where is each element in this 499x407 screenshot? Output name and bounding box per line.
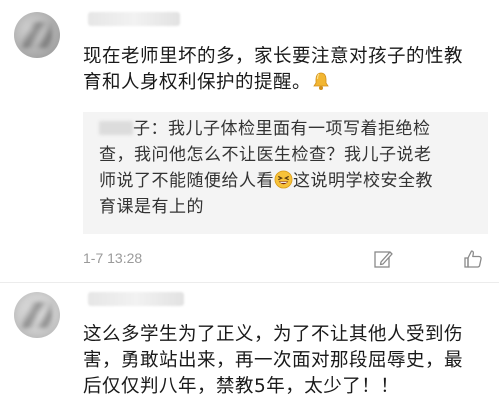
quoted-user-name-blurred[interactable] [99,121,133,135]
edit-icon[interactable] [372,248,394,270]
quote-line: 子：我儿子体检里面有一项写着拒绝检 [99,116,483,142]
avatar[interactable] [14,292,60,338]
comment-line: 后仅仅判八年，禁教5年，太少了！！ [83,376,400,397]
bell-icon [313,72,329,90]
comment-text: 现在老师里坏的多，家长要注意对孩子的性教 育和人身权利保护的提醒。 [83,44,493,96]
quote-line: 师说了不能随便给人看 这说明学校安全教 [99,170,433,191]
quote-line: 育课是有上的 [99,197,204,217]
comment-line: 这么多学生为了正义，为了不让其他人受到伤 [83,324,464,345]
avatar[interactable] [14,12,60,58]
comment-line: 害，勇敢站出来，再一次面对那段屈辱史，最 [83,350,464,371]
comment-line: 育和人身权利保护的提醒。 [83,70,493,96]
nickname-blurred[interactable] [88,12,180,26]
quoted-reply-text: 子：我儿子体检里面有一项写着拒绝检 查，我问他怎么不让医生检查？我儿子说老 师说… [99,116,483,220]
thumbs-up-icon[interactable] [462,248,484,270]
grinning-squint-emoji-icon [274,170,293,189]
quoted-reply[interactable]: 子：我儿子体检里面有一项写着拒绝检 查，我问他怎么不让医生检查？我儿子说老 师说… [83,112,488,234]
nickname-blurred[interactable] [88,292,184,306]
comment-text: 这么多学生为了正义，为了不让其他人受到伤 害，勇敢站出来，再一次面对那段屈辱史，… [83,322,495,400]
quote-line: 查，我问他怎么不让医生检查？我儿子说老 [99,145,432,165]
timestamp: 1-7 13:28 [83,250,143,266]
divider [0,282,499,283]
comment-line: 现在老师里坏的多，家长要注意对孩子的性教 [83,46,464,67]
